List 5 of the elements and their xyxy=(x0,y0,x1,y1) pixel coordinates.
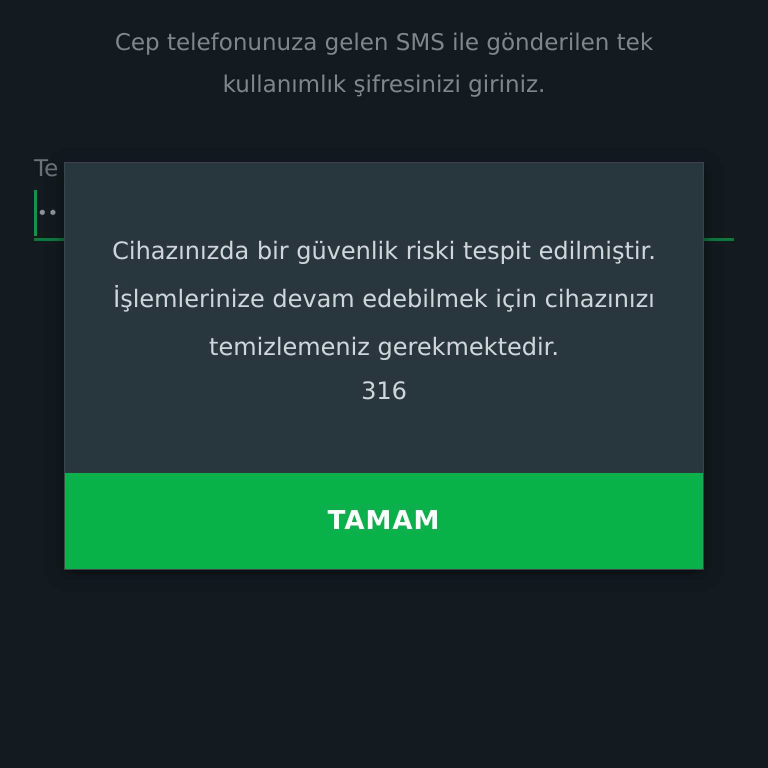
alert-message: Cihazınızda bir güvenlik riski tespit edilmiştir. İşlemlerinize devam edebilmek için cihazınızı temizlemeniz gerekmektedir. xyxy=(111,236,657,363)
field-label: Te xyxy=(34,156,58,182)
ok-button[interactable]: TAMAM xyxy=(65,473,703,569)
error-code: 316 xyxy=(360,376,408,407)
instruction-text: Cep telefonunuza gelen SMS ile gönderilen tek kullanımlık şifresinizi giriniz. xyxy=(114,29,654,100)
